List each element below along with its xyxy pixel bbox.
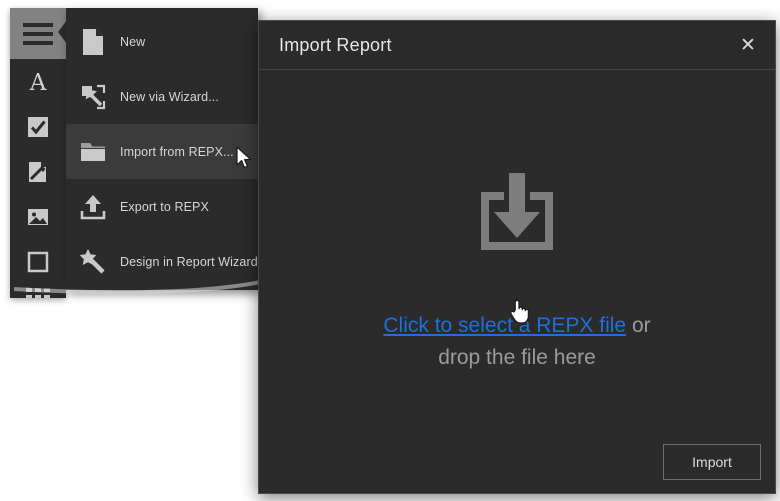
- magic-wand-icon: [66, 248, 120, 276]
- upload-icon: [66, 193, 120, 221]
- table-grid-icon: [25, 285, 51, 298]
- toolbox-item-label[interactable]: A: [10, 59, 66, 104]
- menu-item-label: Export to REPX: [120, 199, 209, 214]
- toolbox-item-rich-text[interactable]: [10, 149, 66, 194]
- dialog-footer: Import: [259, 430, 775, 494]
- import-button[interactable]: Import: [663, 444, 761, 480]
- select-repx-file-link[interactable]: Click to select a REPX file: [383, 314, 626, 337]
- menu-item-label: Design in Report Wizard...: [120, 254, 258, 269]
- menu-item-new-via-wizard[interactable]: New via Wizard...: [66, 69, 258, 124]
- panel-icon: [26, 250, 50, 274]
- or-text: or: [626, 314, 651, 337]
- picture-icon: [26, 205, 50, 229]
- menu-item-import-from-repx[interactable]: Import from REPX...: [66, 124, 258, 179]
- menu-item-label: Import from REPX...: [120, 144, 234, 159]
- dialog-title: Import Report: [279, 34, 392, 55]
- rich-text-icon: [26, 160, 50, 184]
- toolbox-item-table[interactable]: [10, 280, 66, 298]
- close-icon[interactable]: ✕: [735, 33, 761, 57]
- wand-page-icon: [66, 83, 120, 111]
- hamburger-icon: [23, 23, 53, 50]
- menu-item-design-in-report-wizard[interactable]: Design in Report Wizard...: [66, 234, 258, 289]
- menu-item-export-to-repx[interactable]: Export to REPX: [66, 179, 258, 234]
- menu-hamburger-button[interactable]: [10, 8, 66, 59]
- folder-icon: [66, 140, 120, 164]
- menu-item-new[interactable]: New: [66, 14, 258, 69]
- drop-here-text: drop the file here: [438, 346, 596, 370]
- menu-item-label: New: [120, 34, 146, 49]
- toolbox-item-checkbox[interactable]: [10, 104, 66, 149]
- checkbox-icon: [26, 115, 50, 139]
- drop-zone-text: Click to select a REPX file or drop the …: [383, 311, 650, 374]
- letter-a-icon: A: [25, 69, 51, 95]
- toolbox-item-panel[interactable]: [10, 239, 66, 284]
- left-toolbox: A: [10, 8, 66, 298]
- menu-item-label: New via Wizard...: [120, 89, 219, 104]
- file-drop-zone[interactable]: Click to select a REPX file or drop the …: [259, 70, 775, 430]
- toolbox-item-picture[interactable]: [10, 194, 66, 239]
- dialog-body: Click to select a REPX file or drop the …: [259, 70, 775, 494]
- dialog-header: Import Report ✕: [259, 21, 775, 70]
- download-tray-icon: [476, 170, 558, 263]
- page-icon: [66, 28, 120, 56]
- main-menu-flyout: New New via Wizard... Import from REPX..…: [66, 8, 258, 290]
- svg-text:A: A: [29, 70, 47, 95]
- import-report-dialog: Import Report ✕ Click to select a REPX f…: [258, 20, 776, 494]
